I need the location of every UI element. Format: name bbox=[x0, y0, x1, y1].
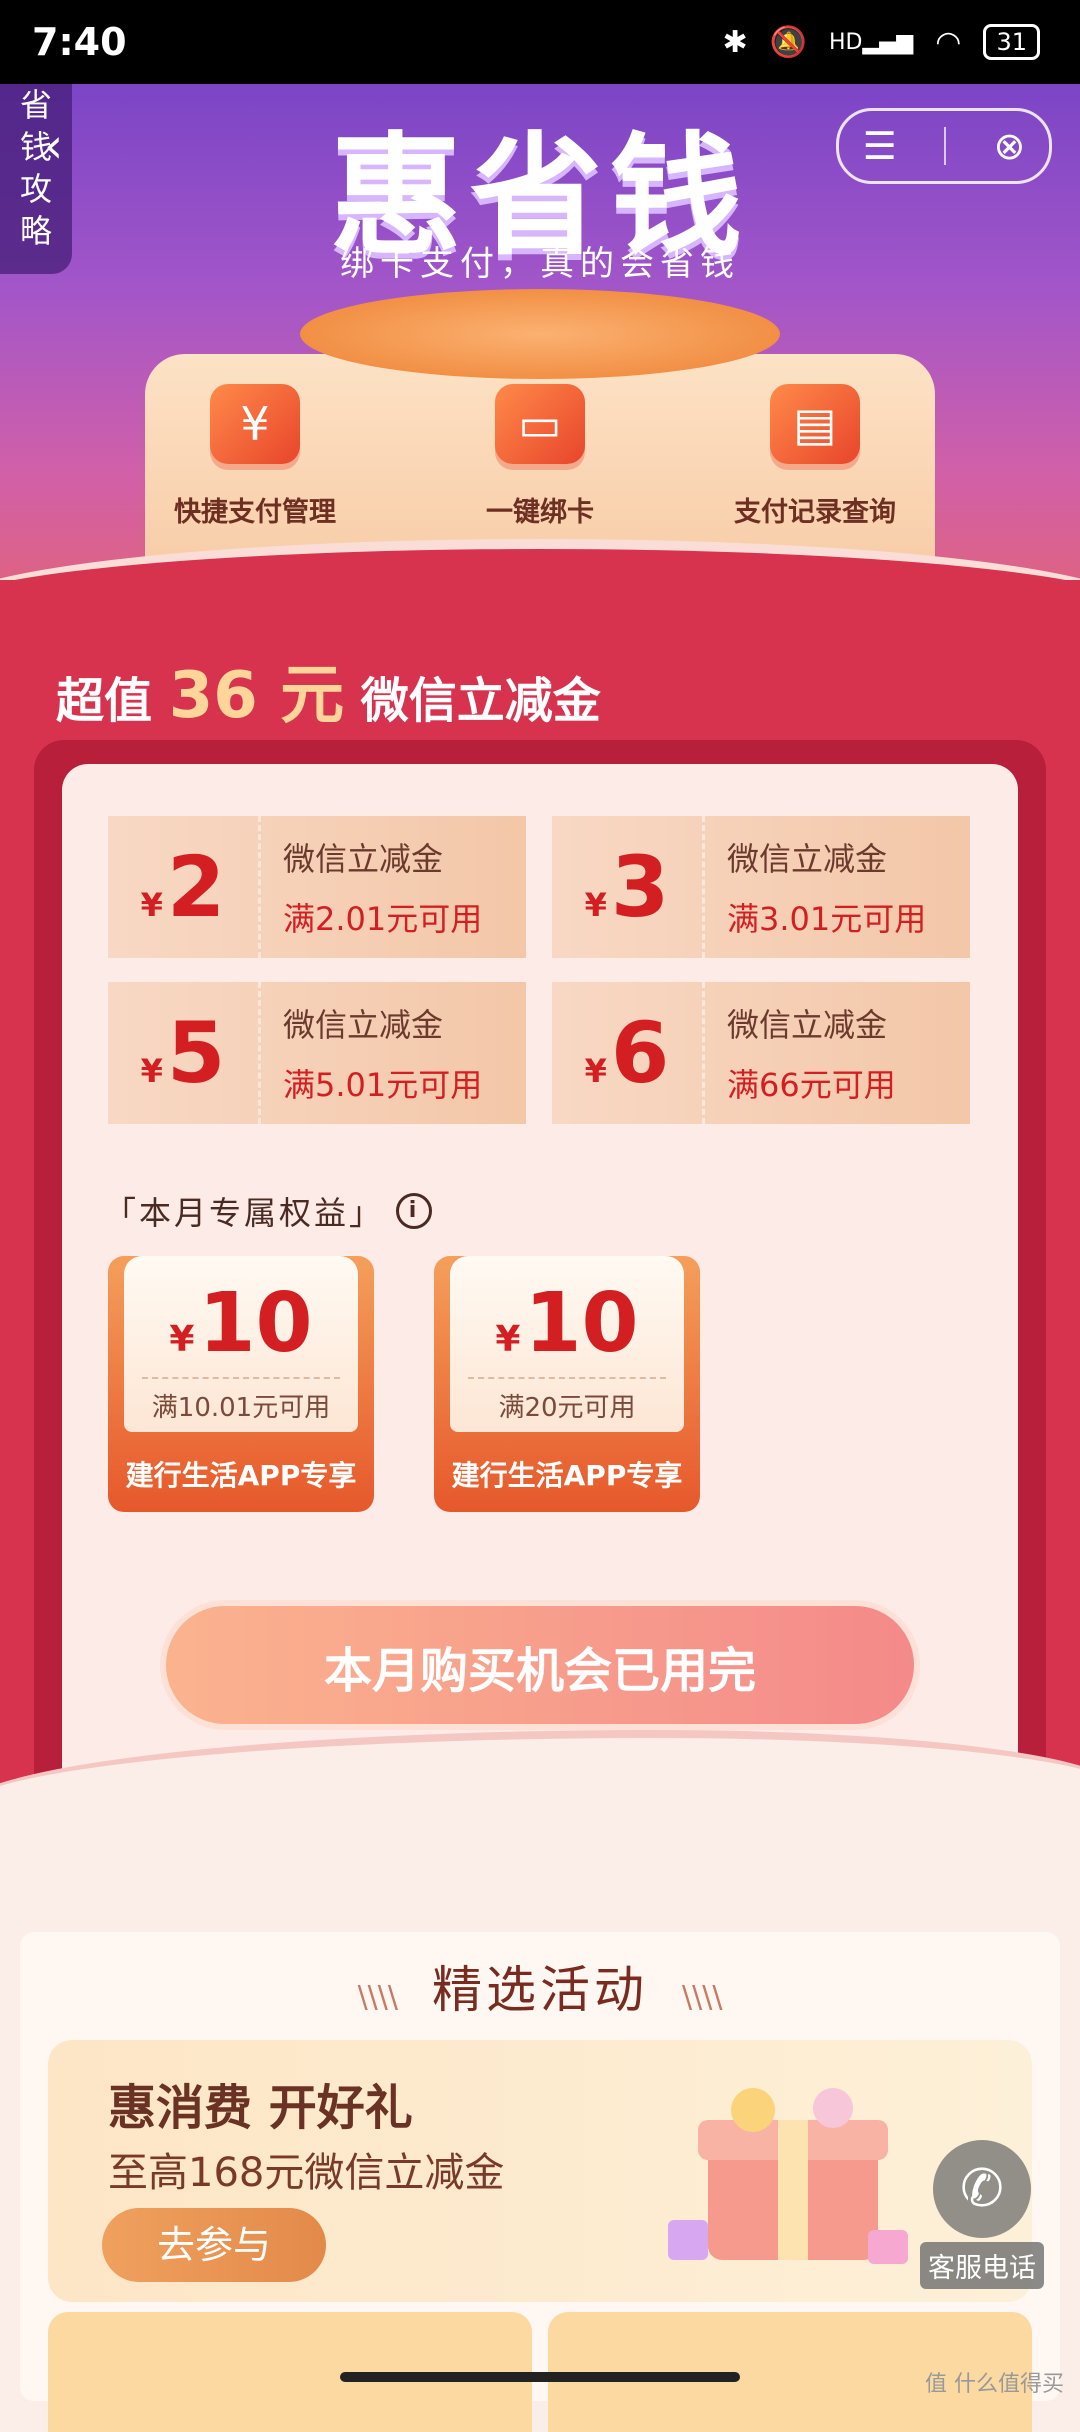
coupon-name: 微信立减金 bbox=[727, 840, 888, 878]
stage-illustration bbox=[300, 289, 780, 379]
exclusive-title-text: 「本月专属权益」 bbox=[104, 1194, 385, 1232]
capsule-divider bbox=[944, 127, 947, 165]
coupon-condition: 满2.01元可用 bbox=[283, 900, 483, 938]
hd-label: HD bbox=[829, 29, 863, 55]
heading-decoration: \\\\ bbox=[357, 1980, 398, 2015]
payment-record-button[interactable]: ▤ 支付记录查询 bbox=[685, 384, 945, 529]
coupon-name: 微信立减金 bbox=[283, 840, 444, 878]
battery-icon: 31 bbox=[983, 24, 1040, 60]
yen-symbol: ¥ bbox=[169, 1319, 195, 1360]
home-indicator[interactable] bbox=[340, 2372, 740, 2382]
coupon-item[interactable]: ¥6 微信立减金 满66元可用 bbox=[552, 982, 970, 1124]
join-button[interactable]: 去参与 bbox=[102, 2208, 326, 2282]
coupon-amount: 5 bbox=[166, 1004, 226, 1102]
status-icons: ✱ 🔕 HD▂▄▆ ◠ 31 bbox=[723, 24, 1040, 60]
coupon-info: 微信立减金 满5.01元可用 bbox=[261, 1000, 482, 1106]
promo-section: 超值 36 元 微信立减金 ¥2 微信立减金 满2.01元可用 ¥3 微信立减金… bbox=[0, 580, 1080, 1898]
section-wave bbox=[0, 1730, 1080, 1898]
record-icon: ▤ bbox=[770, 384, 860, 464]
coupon-value: ¥3 bbox=[552, 816, 705, 958]
signal-icon: HD▂▄▆ bbox=[829, 29, 914, 55]
activities-heading: \\\\ 精选活动 \\\\ bbox=[20, 1950, 1060, 2022]
activity-subtitle: 至高168元微信立减金 bbox=[108, 2150, 505, 2196]
exclusive-condition: 满10.01元可用 bbox=[142, 1377, 340, 1424]
exclusive-benefits-title: 「本月专属权益」 i bbox=[104, 1188, 433, 1234]
saving-guide-tab[interactable]: 省 钱 攻 略 bbox=[0, 84, 72, 274]
gift-box-icon bbox=[668, 2088, 908, 2264]
exclusive-coupon[interactable]: ¥10 满10.01元可用 建行生活APP专享 bbox=[108, 1256, 374, 1512]
coupon-item[interactable]: ¥2 微信立减金 满2.01元可用 bbox=[108, 816, 526, 958]
menu-icon[interactable]: ☰ bbox=[863, 124, 897, 168]
featured-activities: \\\\ 精选活动 \\\\ 惠消费 开好礼 至高168元微信立减金 去参与 bbox=[20, 1932, 1060, 2432]
coupon-info: 微信立减金 满3.01元可用 bbox=[705, 834, 926, 940]
activity-title: 惠消费 开好礼 bbox=[108, 2080, 413, 2136]
exclusive-label: 建行生活APP专享 bbox=[125, 1459, 357, 1492]
yen-symbol: ¥ bbox=[495, 1319, 521, 1360]
payment-record-label: 支付记录查询 bbox=[734, 497, 896, 528]
coupon-info: 微信立减金 满2.01元可用 bbox=[261, 834, 482, 940]
promo-prefix: 超值 bbox=[56, 673, 153, 729]
exclusive-condition: 满20元可用 bbox=[468, 1377, 666, 1424]
customer-service-label: 客服电话 bbox=[920, 2242, 1044, 2289]
hero-subtitle: 绑卡支付，真的会省钱 bbox=[340, 244, 740, 284]
wifi-icon: ◠ bbox=[935, 24, 962, 60]
coupon-value: ¥6 bbox=[552, 982, 705, 1124]
coupon-condition: 满3.01元可用 bbox=[727, 900, 927, 938]
yen-symbol: ¥ bbox=[584, 1052, 607, 1090]
exclusive-coupon-body: ¥10 满10.01元可用 bbox=[124, 1256, 358, 1432]
customer-service-button[interactable]: ✆ 客服电话 bbox=[920, 2140, 1044, 2289]
wallet-icon: ¥ bbox=[210, 384, 300, 464]
purchase-button[interactable]: 本月购买机会已用完 bbox=[160, 1600, 920, 1730]
activities-title: 精选活动 bbox=[432, 1961, 648, 2019]
coupon-amount: 3 bbox=[610, 838, 670, 936]
activity-card[interactable]: 惠消费 开好礼 至高168元微信立减金 去参与 bbox=[48, 2040, 1032, 2302]
bind-card-button[interactable]: ▭ 一键绑卡 bbox=[410, 384, 670, 529]
coupon-condition: 满5.01元可用 bbox=[283, 1066, 483, 1104]
bind-card-icon: ▭ bbox=[495, 384, 585, 464]
coupon-item[interactable]: ¥3 微信立减金 满3.01元可用 bbox=[552, 816, 970, 958]
exclusive-value: ¥10 bbox=[124, 1276, 358, 1371]
bluetooth-icon: ✱ bbox=[722, 24, 748, 60]
phone-icon: ✆ bbox=[933, 2140, 1031, 2238]
yen-symbol: ¥ bbox=[140, 886, 163, 924]
watermark: 值 什么值得买 bbox=[925, 2372, 1064, 2397]
exclusive-amount: 10 bbox=[524, 1276, 639, 1371]
exclusive-coupon-body: ¥10 满20元可用 bbox=[450, 1256, 684, 1432]
exclusive-amount: 10 bbox=[198, 1276, 313, 1371]
status-time: 7:40 bbox=[32, 20, 127, 64]
promo-heading: 超值 36 元 微信立减金 bbox=[56, 644, 601, 736]
coupon-condition: 满66元可用 bbox=[727, 1066, 896, 1104]
miniapp-capsule: ☰ ⊗ bbox=[836, 108, 1052, 184]
coupon-value: ¥5 bbox=[108, 982, 261, 1124]
close-icon[interactable]: ⊗ bbox=[993, 124, 1025, 168]
guide-char: 攻 bbox=[19, 170, 52, 208]
battery-level: 31 bbox=[996, 28, 1027, 56]
exclusive-label: 建行生活APP专享 bbox=[451, 1459, 683, 1492]
info-icon[interactable]: i bbox=[396, 1193, 433, 1229]
coupon-amount: 6 bbox=[610, 1004, 670, 1102]
coupon-info: 微信立减金 满66元可用 bbox=[705, 1000, 896, 1106]
yen-symbol: ¥ bbox=[140, 1052, 163, 1090]
quick-pay-manage-button[interactable]: ¥ 快捷支付管理 bbox=[125, 384, 385, 529]
coupon-name: 微信立减金 bbox=[283, 1006, 444, 1044]
back-icon[interactable]: ‹ bbox=[44, 118, 63, 174]
quick-pay-manage-label: 快捷支付管理 bbox=[174, 497, 336, 528]
guide-char: 略 bbox=[19, 212, 52, 250]
mute-icon: 🔕 bbox=[769, 24, 808, 60]
bind-card-label: 一键绑卡 bbox=[486, 497, 594, 528]
status-bar: 7:40 ✱ 🔕 HD▂▄▆ ◠ 31 bbox=[0, 0, 1080, 84]
exclusive-value: ¥10 bbox=[450, 1276, 684, 1371]
promo-suffix: 微信立减金 bbox=[360, 673, 601, 729]
promo-amount: 36 元 bbox=[168, 659, 345, 733]
exclusive-coupon[interactable]: ¥10 满20元可用 建行生活APP专享 bbox=[434, 1256, 700, 1512]
heading-decoration: \\\\ bbox=[682, 1980, 723, 2015]
yen-symbol: ¥ bbox=[584, 886, 607, 924]
coupon-amount: 2 bbox=[166, 838, 226, 936]
coupon-name: 微信立减金 bbox=[727, 1006, 888, 1044]
coupon-item[interactable]: ¥5 微信立减金 满5.01元可用 bbox=[108, 982, 526, 1124]
coupon-value: ¥2 bbox=[108, 816, 261, 958]
